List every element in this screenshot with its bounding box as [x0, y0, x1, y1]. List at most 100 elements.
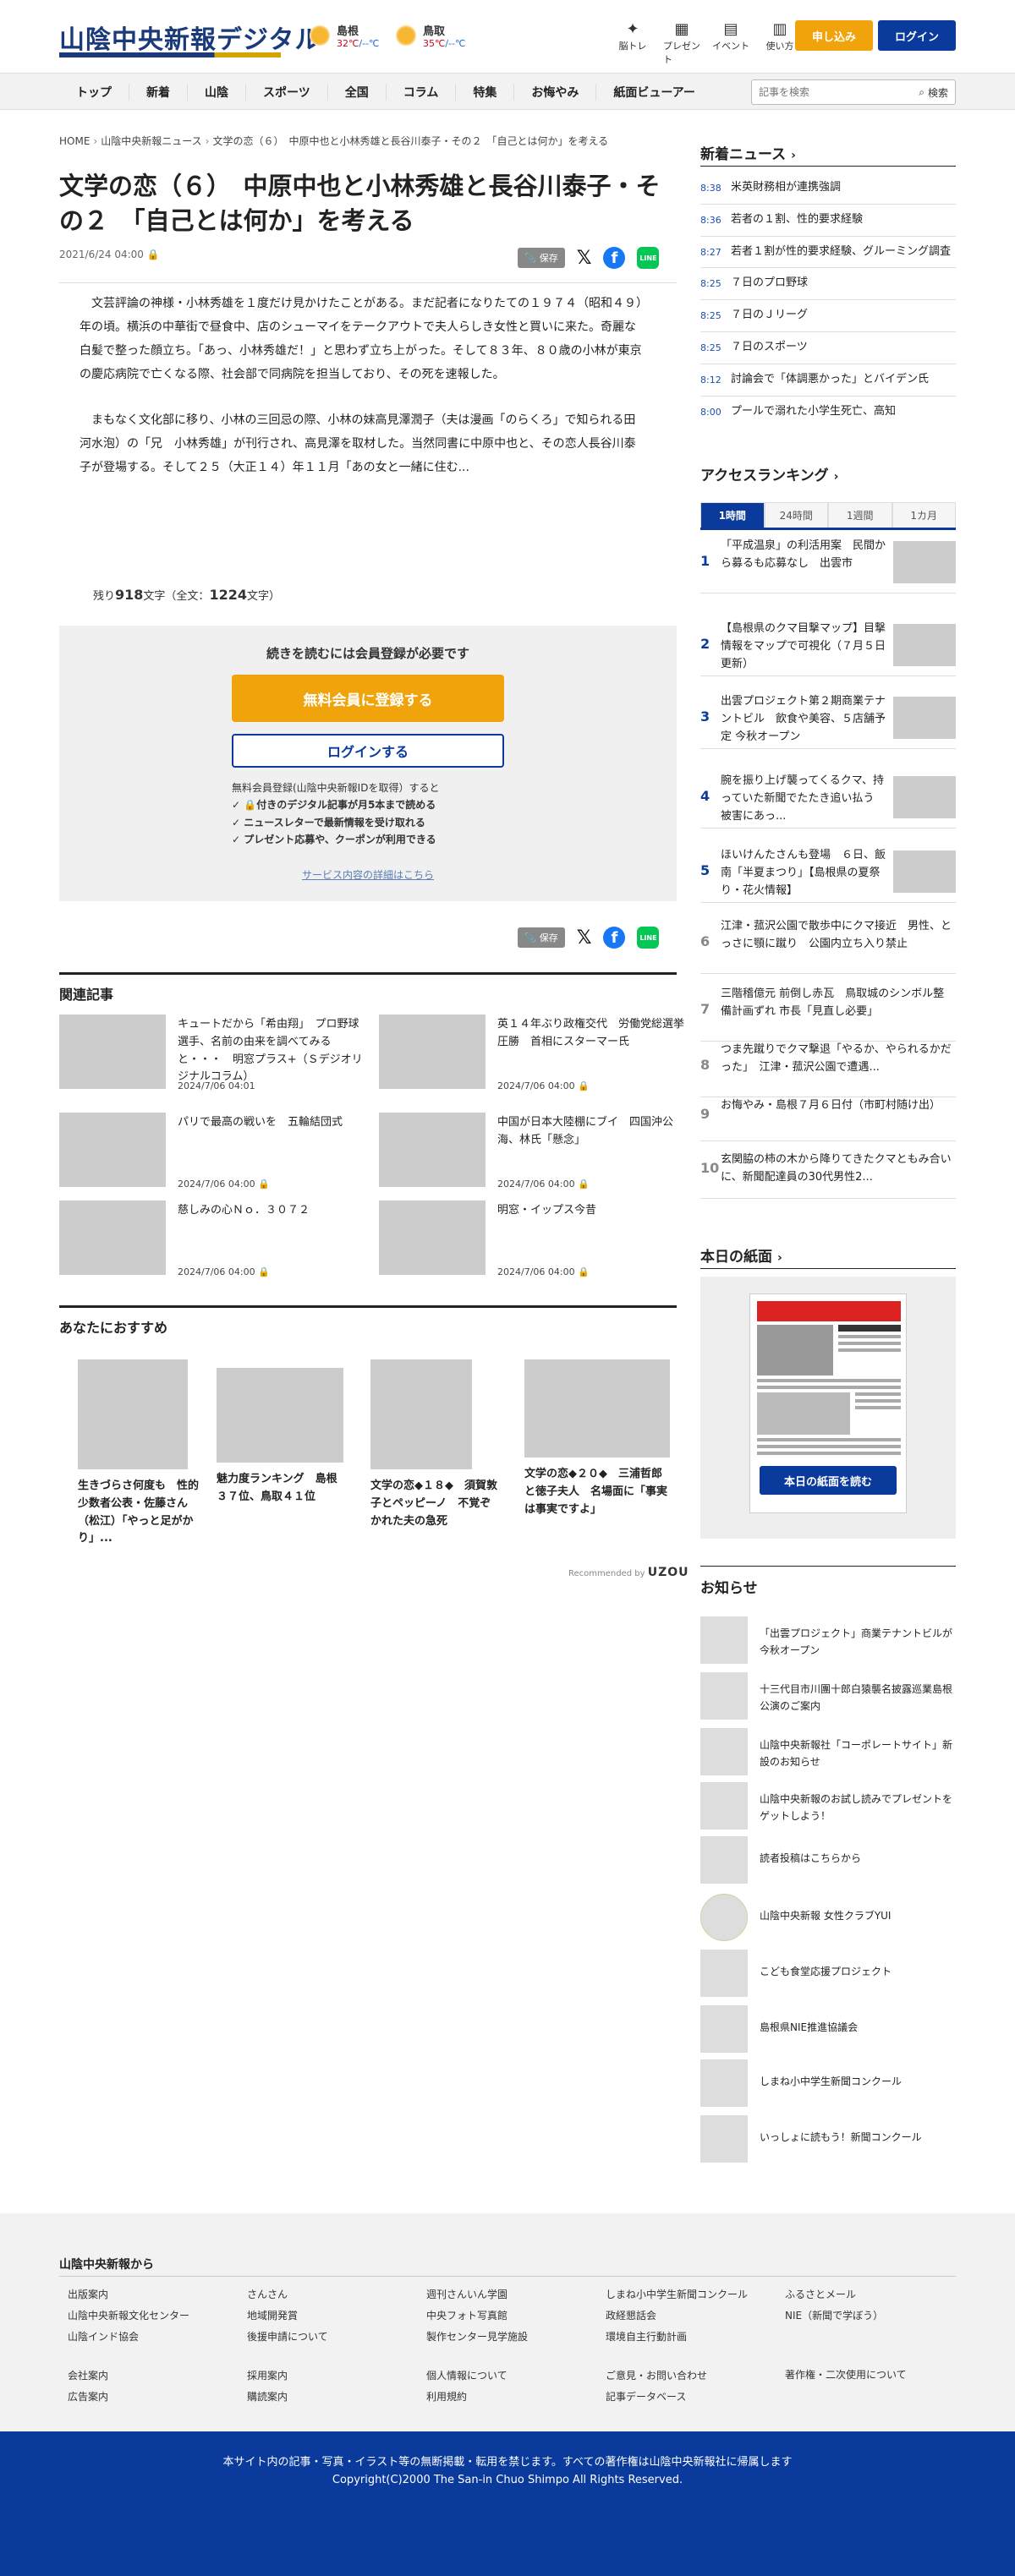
header-login-button[interactable]: ログイン	[878, 20, 956, 51]
footer-link[interactable]: 政経懇話会	[606, 2305, 748, 2327]
footer-link[interactable]: 後援申請について	[247, 2327, 328, 2348]
nav-item-new[interactable]: 新着	[129, 84, 188, 101]
line-share-icon[interactable]: LINE	[637, 247, 660, 269]
footer-link[interactable]: 山陰中央新報文化センター	[68, 2305, 189, 2327]
related-item[interactable]: 英１４年ぶり政権交代 労働党総選挙圧勝 首相にスターマー氏 2024/7/06 …	[379, 1015, 684, 1099]
footer-link[interactable]: 個人情報について	[426, 2365, 528, 2387]
related-item[interactable]: パリで最高の戦いを 五輪結団式 2024/7/06 04:00 🔒	[59, 1113, 364, 1197]
weather-tottori[interactable]: 鳥取 35℃/--℃	[394, 22, 465, 49]
footer-link[interactable]: 利用規約	[426, 2387, 528, 2408]
news-item[interactable]: 8:25 ７日のプロ野球	[700, 268, 956, 301]
related-item[interactable]: 慈しみの心Ｎｏ．３０７２ 2024/7/06 04:00 🔒	[59, 1200, 364, 1285]
footer-link[interactable]: 記事データベース	[606, 2387, 748, 2408]
tab-1week[interactable]: 1週間	[828, 502, 892, 528]
footer-link[interactable]: 中央フォト写真館	[426, 2305, 528, 2327]
nav-item-obituary[interactable]: お悔やみ	[514, 84, 597, 101]
footer-link[interactable]: 購読案内	[247, 2387, 328, 2408]
ranking-item[interactable]: 6 江津・菰沢公園で散歩中にクマ接近 男性、とっさに顎に蹴り 公園内立ち入り禁止	[700, 913, 956, 974]
notice-item[interactable]: 「出雲プロジェクト」商業テナントビルが今秋オープン	[700, 1616, 956, 1667]
new-news-heading[interactable]: 新着ニュース ›	[700, 142, 796, 163]
news-item[interactable]: 8:38 米英財務相が連携強調	[700, 172, 956, 205]
notice-item[interactable]: しまね小中学生新聞コンクール	[700, 2059, 956, 2110]
present-link[interactable]: ▦ プレゼント	[663, 20, 700, 66]
ranking-item[interactable]: 4 腕を振り上げ襲ってくるクマ、持っていた新聞でたたき追い払う 被害にあっ...	[700, 768, 956, 829]
todays-paper[interactable]: 本日の紙面を読む	[700, 1277, 956, 1539]
notice-item[interactable]: 十三代目市川團十郎白猿襲名披露巡業島根公演のご案内	[700, 1672, 956, 1723]
notice-item[interactable]: 山陰中央新報 女性クラブYUI	[700, 1894, 956, 1944]
footer-link[interactable]: ふるさとメール	[785, 2284, 907, 2305]
footer-link[interactable]: 会社案内	[68, 2365, 189, 2387]
tab-1hour[interactable]: 1時間	[700, 502, 765, 528]
news-item[interactable]: 8:25 ７日のスポーツ	[700, 332, 956, 364]
footer-link[interactable]: さんさん	[247, 2284, 328, 2305]
notice-item[interactable]: 山陰中央新報社「コーポレートサイト」新設のお知らせ	[700, 1728, 956, 1779]
footer-link[interactable]: 製作センター見学施設	[426, 2327, 528, 2348]
recommend-item[interactable]: 文学の恋◆２０◆ 三浦哲郎と徳子夫人 名場面に「事実は事実ですよ」	[524, 1359, 670, 1518]
footer-link[interactable]: ご意見・お問い合わせ	[606, 2365, 748, 2387]
recommend-item[interactable]: 生きづらさ何度も 性的少数者公表・佐藤さん（松江）「やっと足がかり」...	[78, 1359, 205, 1548]
footer-link[interactable]: 著作権・二次使用について	[785, 2365, 907, 2386]
footer-link[interactable]: 環境自主行動計画	[606, 2327, 748, 2348]
tab-24hours[interactable]: 24時間	[764, 502, 828, 528]
news-item[interactable]: 8:36 若者の１割、性的要求経験	[700, 205, 956, 237]
site-logo[interactable]: 山陰中央新報デジタル	[59, 19, 321, 56]
ranking-item[interactable]: 2 【島根県のクマ目撃マップ】目撃情報をマップで可視化（７月５日更新）	[700, 615, 956, 676]
facebook-share-icon[interactable]: f	[603, 247, 626, 269]
notice-item[interactable]: 島根県NIE推進協議会	[700, 2005, 956, 2056]
news-item[interactable]: 8:00 プールで溺れた小学生死亡、高知	[700, 397, 956, 426]
news-item[interactable]: 8:25 ７日のＪリーグ	[700, 300, 956, 332]
related-item[interactable]: 明窓・イップス今昔 2024/7/06 04:00 🔒	[379, 1200, 683, 1285]
ranking-item[interactable]: 9 お悔やみ・島根７月６日付（市町村随け出）	[700, 1092, 956, 1141]
footer-link[interactable]: 地域開発賞	[247, 2305, 328, 2327]
footer-link[interactable]: 山陰インド協会	[68, 2327, 189, 2348]
weather-shimane[interactable]: 島根 32℃/--℃	[308, 22, 379, 49]
footer-link[interactable]: 広告案内	[68, 2387, 189, 2408]
ranking-item[interactable]: 5 ほいけんたさんも登場 ６日、飯南「半夏まつり」【島根県の夏祭り・花火情報】	[700, 842, 956, 903]
service-details-link[interactable]: サービス内容の詳細はこちら	[59, 867, 677, 882]
recommended-by[interactable]: Recommended by UZOU	[568, 1566, 689, 1579]
notice-item[interactable]: 読者投稿はこちらから	[700, 1836, 956, 1887]
x-share-icon[interactable]: 𝕏	[577, 927, 592, 949]
nav-item-feature[interactable]: 特集	[456, 84, 515, 101]
notice-item[interactable]: こども食堂応援プロジェクト	[700, 1950, 956, 2000]
breadcrumb-news[interactable]: 山陰中央新報ニュース	[101, 135, 201, 147]
footer-link[interactable]: 採用案内	[247, 2365, 328, 2387]
how-to-use-link[interactable]: ▥ 使い方	[761, 20, 798, 66]
paywall-login-button[interactable]: ログインする	[232, 734, 504, 768]
line-share-icon[interactable]: LINE	[637, 927, 660, 949]
ranking-item[interactable]: 7 三階稽億元 前倒し赤瓦 鳥取城のシンボル整備計画ずれ 市長「見直し必要」	[700, 981, 956, 1042]
paper-heading[interactable]: 本日の紙面 ›	[700, 1244, 782, 1266]
search-input[interactable]	[759, 85, 886, 100]
footer-link[interactable]: 週刊さんいん学園	[426, 2284, 528, 2305]
ranking-item[interactable]: 3 出雲プロジェクト第２期商業テナントビル 飲食や美容、５店舗予定 今秋オープン	[700, 688, 956, 749]
ranking-heading[interactable]: アクセスランキング ›	[700, 463, 838, 484]
save-button[interactable]: 📎 保存	[518, 927, 565, 948]
ranking-item[interactable]: 8 つま先蹴りでクマ撃退「やるか、やられるかだった」 江津・菰沢公園で遭遇...	[700, 1036, 956, 1097]
ranking-item[interactable]: 1 「平成温泉」の利活用案 民間から募るも応募なし 出雲市	[700, 533, 956, 593]
footer-link[interactable]: NIE（新聞で学ぼう）	[785, 2305, 907, 2327]
nav-item-viewer[interactable]: 紙面ビューアー	[596, 84, 712, 101]
breadcrumb-home[interactable]: HOME	[59, 135, 90, 147]
brain-training-link[interactable]: ✦ 脳トレ	[614, 20, 651, 66]
news-item[interactable]: 8:27 若者１割が性的要求経験、グルーミング調査	[700, 237, 956, 269]
recommend-item[interactable]: 文学の恋◆１８◆ 須賀敦子とペッピーノ 不覚ぞかれた夫の急死	[370, 1359, 497, 1530]
save-button[interactable]: 📎 保存	[518, 248, 565, 268]
read-paper-button[interactable]: 本日の紙面を読む	[760, 1466, 897, 1495]
search-button[interactable]: ⌕ 検索	[919, 85, 948, 100]
facebook-share-icon[interactable]: f	[603, 927, 626, 949]
notice-item[interactable]: 山陰中央新報のお試し読みでプレゼントをゲットしよう！	[700, 1782, 956, 1833]
related-item[interactable]: キュートだから「希由翔」 プロ野球選手、名前の由来を調べてみると・・・ 明窓プラ…	[59, 1015, 364, 1099]
nav-item-national[interactable]: 全国	[328, 84, 387, 101]
news-item[interactable]: 8:12 討論会で「体調悪かった」とバイデン氏	[700, 364, 956, 397]
nav-item-sports[interactable]: スポーツ	[246, 84, 328, 101]
nav-item-top[interactable]: トップ	[59, 84, 129, 101]
footer-link[interactable]: 出版案内	[68, 2284, 189, 2305]
x-share-icon[interactable]: 𝕏	[577, 248, 592, 269]
related-item[interactable]: 中国が日本大陸棚にブイ 四国沖公海、林氏「懸念」 2024/7/06 04:00…	[379, 1113, 683, 1197]
tab-1month[interactable]: 1カ月	[892, 502, 956, 528]
nav-item-sanin[interactable]: 山陰	[188, 84, 246, 101]
register-button[interactable]: 無料会員に登録する	[232, 675, 504, 722]
ranking-item[interactable]: 10 玄関脇の柿の木から降りてきたクマともみ合いに、新聞配達員の30代男性2...	[700, 1146, 956, 1199]
nav-item-column[interactable]: コラム	[387, 84, 457, 101]
notice-item[interactable]: いっしょに読もう！新聞コンクール	[700, 2115, 956, 2166]
